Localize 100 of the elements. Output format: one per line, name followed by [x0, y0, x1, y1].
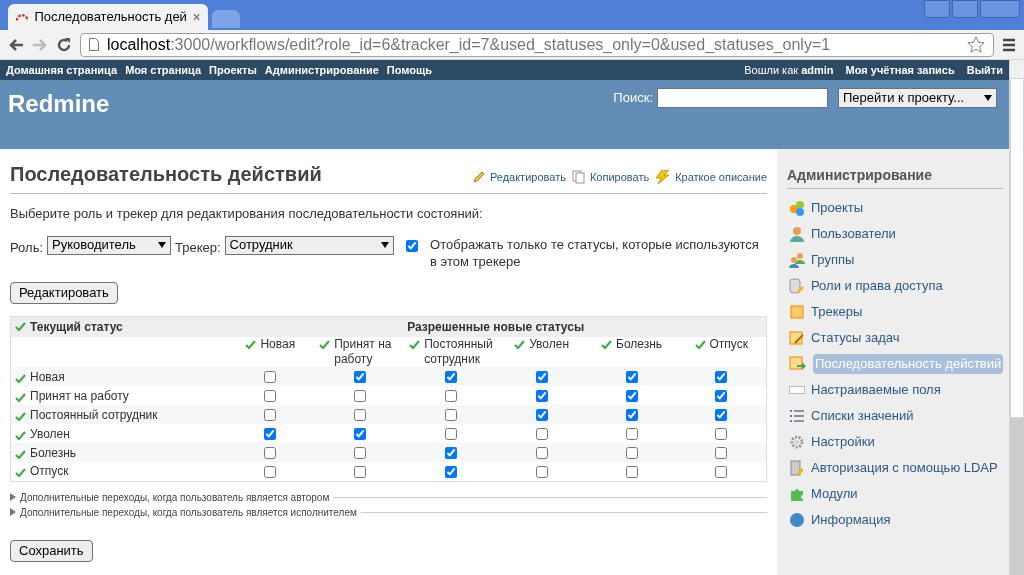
section-toggle[interactable]: Дополнительные переходы, когда пользователь является автором — [20, 489, 330, 505]
checkbox[interactable] — [354, 428, 367, 441]
checkbox[interactable] — [715, 447, 728, 460]
checkbox[interactable] — [444, 371, 457, 384]
sidebar-item[interactable]: Проекты — [811, 198, 864, 218]
sidebar-item[interactable]: Группы — [811, 250, 855, 270]
browser-tab[interactable]: Последовательность дей — [8, 4, 208, 30]
top-menu-link[interactable]: Администрирование — [264, 61, 379, 79]
sidebar-item[interactable]: Списки значений — [811, 406, 914, 426]
checkbox[interactable] — [625, 371, 638, 384]
role-label: Роль: — [10, 238, 43, 257]
checkbox[interactable] — [444, 409, 457, 422]
checkbox[interactable] — [535, 371, 548, 384]
checkbox[interactable] — [444, 428, 457, 441]
triangle-right-icon[interactable] — [10, 508, 16, 516]
checkbox[interactable] — [535, 390, 548, 403]
pencil-icon — [471, 169, 486, 184]
top-menu-link[interactable]: Проекты — [209, 61, 257, 79]
sidebar-item[interactable]: Настройки — [811, 432, 875, 452]
top-menu-link[interactable]: Помощь — [386, 61, 433, 79]
check-icon — [245, 340, 257, 349]
sidebar-item[interactable]: Статусы задач — [811, 328, 900, 348]
top-menu-link[interactable]: Моя страница — [125, 61, 202, 79]
column-header: Постоянный сотрудник — [424, 337, 493, 367]
checkbox[interactable] — [264, 466, 277, 479]
column-header: Новая — [260, 337, 296, 352]
checkbox[interactable] — [715, 371, 728, 384]
checkbox[interactable] — [625, 428, 638, 441]
row-header: Принят на работу — [30, 387, 129, 405]
check-icon — [15, 392, 26, 402]
checkbox[interactable] — [264, 409, 277, 422]
checkbox[interactable] — [264, 428, 277, 441]
checkbox[interactable] — [625, 390, 638, 403]
checkbox[interactable] — [354, 466, 367, 479]
checkbox[interactable] — [354, 390, 367, 403]
database-key-icon — [789, 278, 805, 294]
checkbox[interactable] — [444, 447, 457, 460]
star-icon[interactable] — [967, 35, 985, 54]
puzzle-icon — [789, 486, 805, 502]
checkbox[interactable] — [264, 447, 277, 460]
checkbox[interactable] — [625, 447, 638, 460]
search-field[interactable] — [657, 88, 828, 108]
checkbox[interactable] — [535, 428, 548, 441]
sidebar-item[interactable]: Информация — [811, 510, 891, 530]
action-link[interactable]: Краткое описание — [675, 168, 767, 185]
checkbox[interactable] — [535, 466, 548, 479]
tab-title: Последовательность дей — [34, 8, 187, 27]
note-arrow-icon — [789, 356, 807, 372]
save-button[interactable]: Сохранить — [10, 539, 93, 562]
top-menu-link[interactable]: Выйти — [966, 61, 1003, 79]
sidebar-item[interactable]: Настраиваемые поля — [811, 380, 941, 400]
page-title: Последовательность действий — [10, 162, 322, 187]
close-icon[interactable] — [192, 13, 200, 21]
sidebar-item[interactable]: Роли и права доступа — [811, 276, 943, 296]
square-icon — [789, 304, 805, 320]
column-header: Текущий статус — [30, 318, 123, 336]
edit-button[interactable]: Редактировать — [10, 281, 118, 304]
tracker-select[interactable]: Сотрудник — [224, 235, 395, 255]
checkbox[interactable] — [354, 371, 367, 384]
checkbox[interactable] — [264, 371, 277, 384]
scrollbar-thumb[interactable] — [1010, 78, 1024, 418]
checkbox[interactable] — [715, 428, 728, 441]
sidebar-title: Администрирование — [787, 165, 1004, 189]
sidebar-item[interactable]: Трекеры — [811, 302, 863, 322]
back-arrow-icon[interactable] — [8, 37, 24, 52]
menu-icon[interactable] — [1002, 37, 1016, 52]
sidebar-item[interactable]: Модули — [811, 484, 858, 504]
sidebar-item[interactable]: Авторизация с помощью LDAP — [811, 458, 998, 478]
top-menu-link[interactable]: Домашняя страница — [6, 61, 118, 79]
checkbox[interactable] — [715, 390, 728, 403]
triangle-right-icon[interactable] — [10, 493, 16, 501]
checkbox[interactable] — [264, 390, 277, 403]
checkbox[interactable] — [535, 409, 548, 422]
checkbox[interactable] — [406, 239, 419, 252]
checkbox[interactable] — [444, 466, 457, 479]
checkbox[interactable] — [625, 466, 638, 479]
section-toggle[interactable]: Дополнительные переходы, когда пользователь является исполнителем — [20, 504, 357, 520]
checkbox[interactable] — [535, 447, 548, 460]
row-header: Болезнь — [30, 444, 77, 462]
row-header: Постоянный сотрудник — [30, 406, 158, 424]
role-select[interactable]: Руководитель — [47, 235, 171, 255]
project-jump-select[interactable]: Перейти к проекту... — [838, 88, 997, 108]
site-title: Redmine — [8, 89, 110, 119]
address-bar[interactable]: localhost:3000/workflows/edit?role_id=6&tracker_id=7&used_statuses_only=0&used_statuses_only=1 — [80, 32, 994, 57]
row-header: Новая — [30, 368, 65, 386]
row-header: Отпуск — [30, 463, 69, 481]
check-icon — [15, 430, 26, 440]
sidebar-item[interactable]: Пользователи — [811, 224, 896, 244]
action-link[interactable]: Копировать — [589, 168, 650, 185]
checkbox[interactable] — [354, 409, 367, 422]
checkbox[interactable] — [715, 466, 728, 479]
reload-icon[interactable] — [56, 36, 72, 53]
checkbox[interactable] — [354, 447, 367, 460]
dropdown-arrow-icon — [157, 242, 166, 248]
top-menu-link[interactable]: Моя учётная запись — [845, 61, 955, 79]
checkbox[interactable] — [715, 409, 728, 422]
server-key-icon — [789, 460, 805, 476]
action-link[interactable]: Редактировать — [489, 168, 566, 185]
checkbox[interactable] — [625, 409, 638, 422]
checkbox[interactable] — [444, 390, 457, 403]
